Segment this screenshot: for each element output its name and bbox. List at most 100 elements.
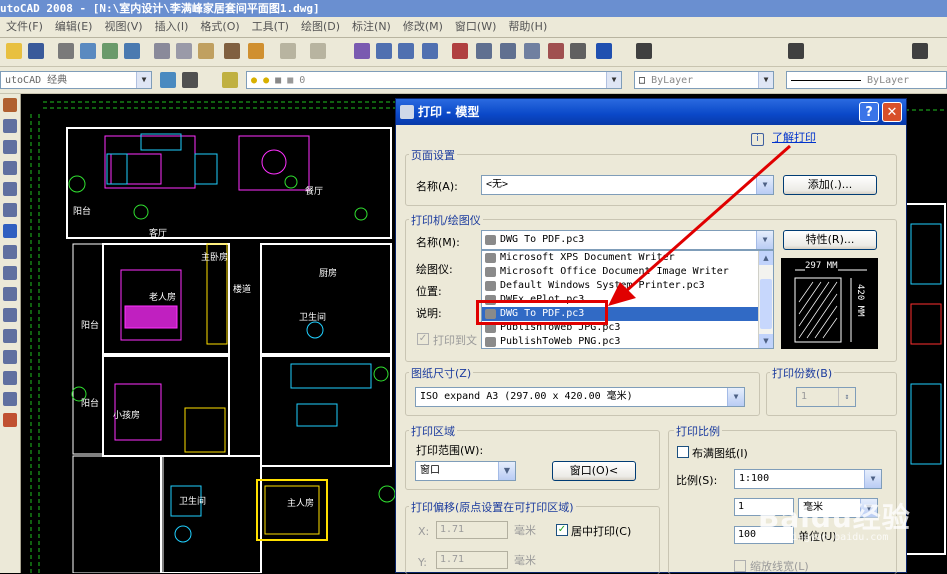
printer-list-item[interactable]: PublishToWeb PNG.pc3 <box>482 335 773 348</box>
offset-y-field[interactable]: 1.71 <box>436 551 508 569</box>
menu-item[interactable]: 视图(V) <box>98 17 148 37</box>
printer-name-select[interactable]: DWG To PDF.pc3 ▼ <box>481 230 774 250</box>
menu-item[interactable]: 帮助(H) <box>502 17 553 37</box>
linetype-select[interactable]: ByLayer <box>786 71 947 89</box>
undo-icon[interactable] <box>280 43 296 59</box>
scale-lineweights-checkbox[interactable] <box>734 560 746 572</box>
paste-icon[interactable] <box>198 43 214 59</box>
menu-item[interactable]: 修改(M) <box>397 17 449 37</box>
chamfer-icon[interactable] <box>3 371 17 385</box>
new-icon[interactable] <box>6 43 22 59</box>
menu-item[interactable]: 插入(I) <box>149 17 195 37</box>
printer-list-item[interactable]: Microsoft XPS Document Writer <box>482 251 773 265</box>
zoom-previous-icon[interactable] <box>422 43 438 59</box>
print-to-file-checkbox[interactable]: ✓ <box>417 333 429 345</box>
printer-list-item-label: Microsoft XPS Document Writer <box>500 252 675 263</box>
rotate-icon[interactable] <box>3 224 17 238</box>
offset-x-label: X: <box>418 525 430 538</box>
trim-icon[interactable] <box>3 287 17 301</box>
pline-icon[interactable] <box>3 119 17 133</box>
menu-item[interactable]: 工具(T) <box>246 17 295 37</box>
color-select[interactable]: □ ByLayer ▼ <box>634 71 774 89</box>
copies-stepper[interactable]: 1 ⇕ <box>796 387 856 407</box>
menu-item[interactable]: 绘图(D) <box>295 17 346 37</box>
tool-palettes-icon[interactable] <box>500 43 516 59</box>
cut-icon[interactable] <box>154 43 170 59</box>
calculator-icon[interactable] <box>570 43 586 59</box>
page-setup-name-select[interactable]: <无> ▼ <box>481 175 774 195</box>
printer-list-item[interactable]: Microsoft Office Document Image Writer <box>482 265 773 279</box>
location-label: 位置: <box>416 285 442 298</box>
print-range-select[interactable]: 窗口 ▼ <box>415 461 516 481</box>
text-style-icon[interactable] <box>636 43 652 59</box>
menu-item[interactable]: 窗口(W) <box>449 17 502 37</box>
add-page-setup-button[interactable]: 添加(.)... <box>783 175 877 195</box>
block-editor-icon[interactable] <box>248 43 264 59</box>
zoom-realtime-icon[interactable] <box>376 43 392 59</box>
layer-select[interactable]: ● ● ■ ■ 0 ▼ <box>246 71 622 89</box>
scale-ratio-select[interactable]: 1:100 ▼ <box>734 469 882 489</box>
publish-icon[interactable] <box>102 43 118 59</box>
print-icon[interactable] <box>58 43 74 59</box>
workspace-settings-icon[interactable] <box>160 72 176 88</box>
offset-y-unit: 毫米 <box>514 554 536 567</box>
save-icon[interactable] <box>28 43 44 59</box>
window-select-button[interactable]: 窗口(O)< <box>552 461 636 481</box>
list-scrollbar[interactable]: ▲ ▼ <box>758 251 773 348</box>
menu-item[interactable]: 文件(F) <box>0 17 49 37</box>
dim-style-icon[interactable] <box>788 43 804 59</box>
offset-icon[interactable] <box>3 161 17 175</box>
sheet-set-icon[interactable] <box>524 43 540 59</box>
menu-item[interactable]: 格式(O) <box>194 17 245 37</box>
printer-list-item[interactable]: Default Windows System Printer.pc3 <box>482 279 773 293</box>
scroll-up-icon[interactable]: ▲ <box>759 251 773 265</box>
redo-icon[interactable] <box>310 43 326 59</box>
multileader-icon[interactable] <box>912 43 928 59</box>
zoom-window-icon[interactable] <box>398 43 414 59</box>
array-icon[interactable] <box>3 182 17 196</box>
learn-printing-link[interactable]: 了解打印 <box>772 129 816 145</box>
menu-item[interactable]: 标注(N) <box>346 17 397 37</box>
fillet-icon[interactable] <box>3 392 17 406</box>
markup-icon[interactable] <box>548 43 564 59</box>
break-icon[interactable] <box>3 329 17 343</box>
scale-icon[interactable] <box>3 245 17 259</box>
stretch-icon[interactable] <box>3 266 17 280</box>
fit-to-paper-label: 布满图纸(I) <box>692 447 748 460</box>
help-button[interactable]: ? <box>859 102 879 122</box>
line-icon[interactable] <box>3 98 17 112</box>
scroll-thumb[interactable] <box>760 279 772 329</box>
copy-icon[interactable] <box>176 43 192 59</box>
offset-x-field[interactable]: 1.71 <box>436 521 508 539</box>
workspace-select[interactable]: utoCAD 经典 ▼ <box>0 71 152 89</box>
explode-icon[interactable] <box>3 413 17 427</box>
join-icon[interactable] <box>3 350 17 364</box>
pan-icon[interactable] <box>354 43 370 59</box>
print-area-title: 打印区域 <box>409 423 457 439</box>
close-button[interactable]: ✕ <box>882 102 902 122</box>
fit-to-paper-checkbox[interactable] <box>677 446 689 458</box>
properties-icon[interactable] <box>452 43 468 59</box>
preview-icon[interactable] <box>80 43 96 59</box>
center-plot-checkbox[interactable]: ✓ <box>556 524 568 536</box>
design-center-icon[interactable] <box>476 43 492 59</box>
help-icon[interactable] <box>596 43 612 59</box>
workspace-save-icon[interactable] <box>182 72 198 88</box>
layer-manager-icon[interactable] <box>222 72 238 88</box>
plot-icon[interactable] <box>124 43 140 59</box>
extend-icon[interactable] <box>3 308 17 322</box>
mirror-icon[interactable] <box>3 140 17 154</box>
paper-size-select[interactable]: ISO expand A3 (297.00 x 420.00 毫米) ▼ <box>415 387 745 407</box>
page-setup-name-label: 名称(A): <box>416 180 458 193</box>
move-icon[interactable] <box>3 203 17 217</box>
printer-icon <box>485 281 496 291</box>
room-label: 楼道 <box>233 283 251 295</box>
chevron-down-icon: ▼ <box>136 72 151 88</box>
scroll-down-icon[interactable]: ▼ <box>759 334 773 348</box>
printer-icon <box>485 235 496 245</box>
match-icon[interactable] <box>224 43 240 59</box>
menu-item[interactable]: 编辑(E) <box>49 17 99 37</box>
printer-properties-button[interactable]: 特性(R)... <box>783 230 877 250</box>
plotter-label: 绘图仪: <box>416 263 453 276</box>
room-label: 主卧房 <box>201 251 228 263</box>
